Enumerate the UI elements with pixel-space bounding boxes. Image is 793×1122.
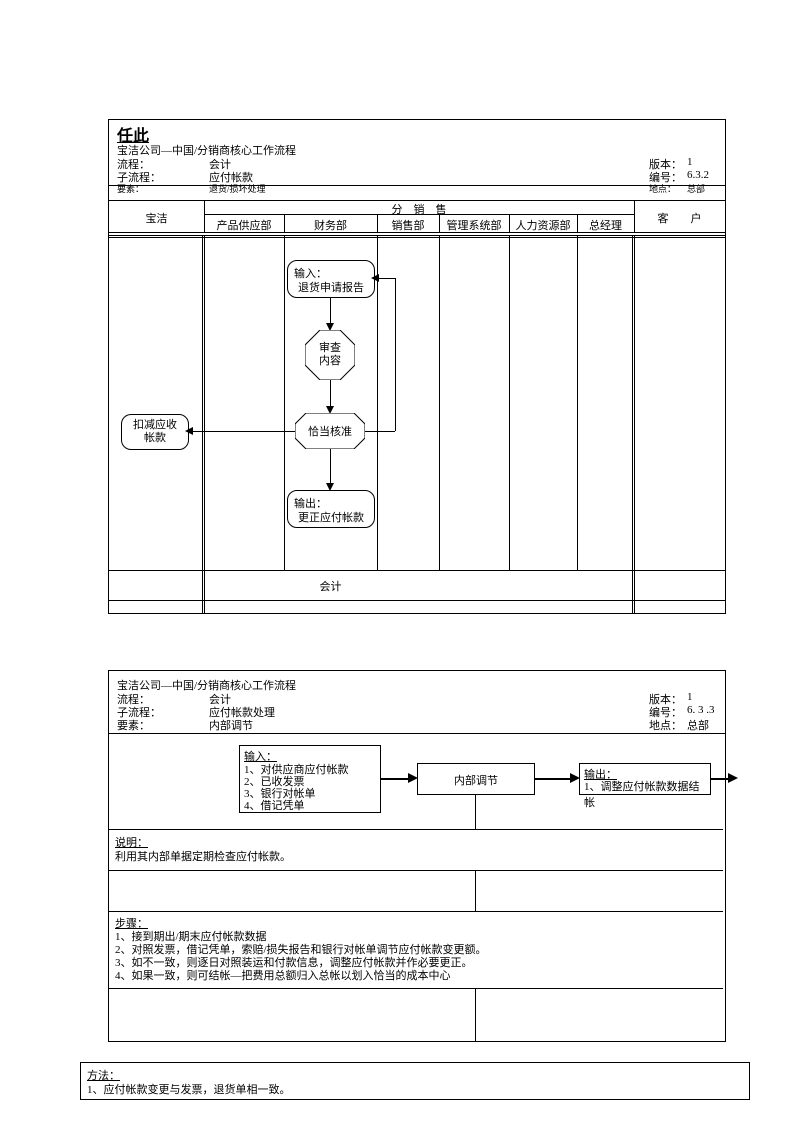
b-output-box: 输出： 1、调整应付帐款数据结帐 [579,763,711,795]
b-num-value: 6. 3 .3 [687,704,715,716]
b-process-label: 内部调节 [418,772,534,788]
col-gm: 总经理 [577,217,634,233]
col-supply: 产品供应部 [204,217,284,233]
b-steps-l4: 4、如果一致，则可结帐—把费用总额归入总帐以划入恰当的成本中心 [115,967,451,983]
b-desc-l1: 利用其内部单据定期检查应付帐款。 [115,848,291,864]
col-group-title: 分 销 售 [204,201,634,217]
col-mis: 管理系统部 [439,217,509,233]
loc-label: 地点： [649,182,676,195]
flow-review-label: 审查 内容 [305,342,355,368]
row3-label: 要素： [117,182,144,195]
flow-output-label: 更正应付帐款 [288,509,374,525]
col-cust: 客 户 [634,210,725,226]
top-panel: 任此 宝洁公司—中国/分销商核心工作流程 流程： 会计 子流程： 应付帐款 要素… [108,119,726,614]
flow-approve-label: 恰当核准 [295,423,365,439]
b-process-box: 内部调节 [417,763,535,795]
flow-input-box: 输入： 退货申请报告 [287,260,375,298]
b-loc-label: 地点： [649,717,682,733]
b-loc-value: 总部 [687,717,709,733]
flow-deduct-label: 扣减应收 帐款 [122,419,188,445]
col-baojie: 宝洁 [109,210,204,226]
footer-accounting: 会计 [284,578,377,594]
method-panel: 方法： 1、应付帐款变更与发票，退货单相一致。 [80,1062,750,1100]
col-finance: 财务部 [284,217,377,233]
bottom-panel: 宝洁公司—中国/分销商核心工作流程 流程： 会计 子流程： 应付帐款处理 要素：… [108,670,726,1042]
loc-value: 总部 [687,182,705,195]
flow-deduct-box: 扣减应收 帐款 [121,414,189,450]
b-desc-box: 说明： 利用其内部单据定期检查应付帐款。 [109,829,723,871]
b-row3-value: 内部调节 [209,717,253,733]
flow-input-label: 退货申请报告 [288,279,374,295]
flow-review-octagon: 审查 内容 [305,330,355,380]
b-input-l4: 4、借记凭单 [244,797,305,813]
b-output-l1: 1、调整应付帐款数据结帐 [584,778,710,810]
row3-value: 退货/损坏处理 [209,182,266,195]
num-value: 6.3.2 [687,169,709,181]
b-row3-label: 要素： [117,717,150,733]
flow-approve-octagon: 恰当核准 [295,413,365,449]
method-l1: 1、应付帐款变更与发票，退货单相一致。 [87,1081,291,1097]
b-ver-value: 1 [687,691,693,703]
ver-value: 1 [687,156,693,168]
col-hr: 人力资源部 [509,217,577,233]
b-steps-box: 步骤： 1、接到期出/期末应付帐款数据 2、对照发票，借记凭单，索赔/损失报告和… [109,911,723,989]
flow-output-box: 输出： 更正应付帐款 [287,490,375,528]
b-input-box: 输入： 1、对供应商应付帐款 2、已收发票 3、银行对帐单 4、借记凭单 [239,745,381,813]
col-sales: 销售部 [377,217,439,233]
